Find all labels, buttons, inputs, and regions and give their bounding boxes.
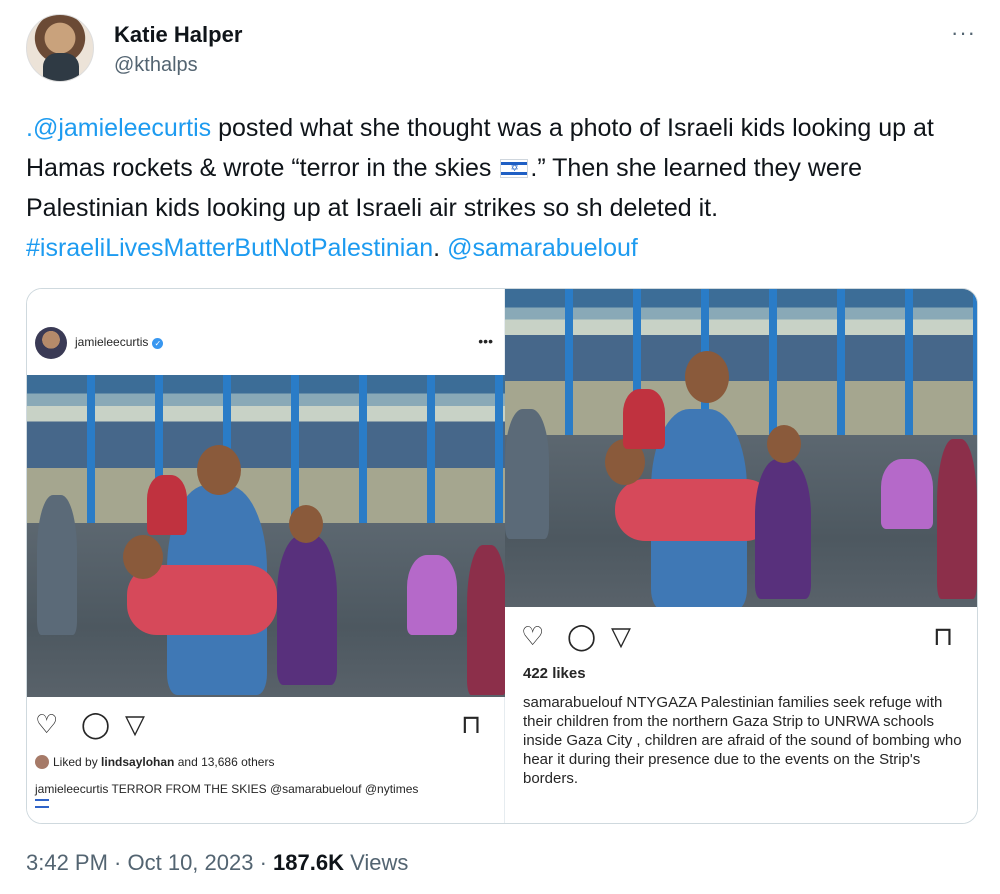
instagram-actions: ♡ ◯ ▽ ⊓	[27, 709, 505, 749]
heart-icon: ♡	[35, 709, 59, 739]
instagram-more-icon: •••	[478, 333, 493, 349]
heart-icon: ♡	[521, 621, 545, 651]
tweet-text: .@jamieleecurtis posted what she thought…	[26, 108, 976, 268]
instagram-avatar	[35, 327, 67, 359]
tweet-text-part: .	[433, 234, 448, 262]
more-options-icon[interactable]: ···	[951, 20, 976, 46]
author-name[interactable]: Katie Halper	[114, 22, 242, 48]
share-icon: ▽	[125, 709, 145, 739]
liked-by-line: Liked by lindsaylohan and 13,686 others	[35, 755, 274, 769]
tweet-time[interactable]: 3:42 PM	[26, 850, 108, 875]
instagram-screenshot-right: ♡ ◯ ▽ ⊓ 422 likes samarabuelouf NTYGAZA …	[505, 289, 977, 823]
instagram-screenshot-left: jamieleecurtis ✓ ••• ♡ ◯ ▽ ⊓ Liked by lin…	[27, 289, 505, 823]
views-label: Views	[344, 850, 409, 875]
post-photo	[27, 375, 505, 697]
comment-icon: ◯	[81, 709, 111, 739]
likes-count: 422 likes	[523, 665, 586, 682]
hashtag-link[interactable]: #israeliLivesMatterButNotPalestinian	[26, 234, 433, 262]
instagram-actions: ♡ ◯ ▽ ⊓	[505, 621, 977, 661]
tweet-date[interactable]: Oct 10, 2023	[128, 850, 254, 875]
author-handle[interactable]: @kthalps	[114, 54, 198, 77]
instagram-post-header: jamieleecurtis ✓ •••	[27, 289, 505, 375]
israel-flag-icon: ✡	[500, 159, 529, 178]
bookmark-icon: ⊓	[933, 621, 954, 651]
post-photo	[505, 289, 977, 607]
comment-icon: ◯	[567, 621, 597, 651]
mention-link[interactable]: @samarabuelouf	[447, 234, 638, 262]
share-icon: ▽	[611, 621, 631, 651]
israel-flag-icon	[35, 799, 49, 808]
mention-link[interactable]: .@jamieleecurtis	[26, 114, 211, 142]
post-caption: jamieleecurtis TERROR FROM THE SKIES @sa…	[35, 782, 419, 796]
author-avatar[interactable]	[26, 14, 94, 82]
verified-badge-icon: ✓	[152, 338, 164, 349]
tweet-footer: 3:42 PM · Oct 10, 2023 · 187.6K Views	[26, 850, 409, 875]
tweet-header: Katie Halper @kthalps ···	[26, 14, 976, 84]
tweet-media[interactable]: jamieleecurtis ✓ ••• ♡ ◯ ▽ ⊓ Liked by lin…	[26, 288, 978, 824]
views-count: 187.6K	[273, 850, 344, 875]
liker-avatar	[35, 755, 49, 769]
bookmark-icon: ⊓	[461, 709, 482, 739]
post-caption: samarabuelouf NTYGAZA Palestinian famili…	[523, 694, 962, 787]
instagram-username: jamieleecurtis ✓	[75, 335, 164, 349]
